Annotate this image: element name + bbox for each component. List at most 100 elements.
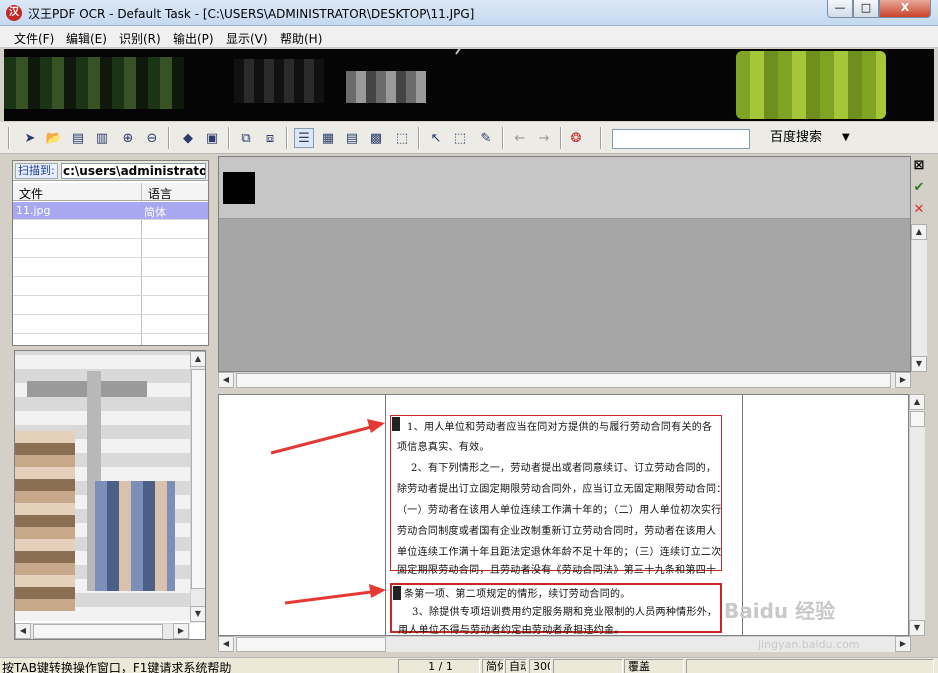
- toolbar-separator: [8, 127, 10, 149]
- scroll-up-icon[interactable]: ▲: [911, 224, 927, 240]
- arrow-head-2: [369, 584, 386, 598]
- status-extra: [686, 659, 934, 673]
- app-icon[interactable]: 汉: [6, 5, 22, 21]
- scroll-up-icon[interactable]: ▲: [190, 351, 205, 367]
- banner-blur-right: [736, 51, 886, 119]
- file-language: 简体: [144, 206, 166, 219]
- toolbar: ➤ 📂 ▤ ▥ ⊕ ⊖ ◆ ▣ ⧉ ⧈ ☰ ▦ ▤ ▩ ⬚ ↖ ⬚ ✎ ← → …: [0, 122, 938, 154]
- scroll-down-icon[interactable]: ▼: [190, 606, 205, 622]
- toolbar-separator: [168, 127, 170, 149]
- scroll-down-icon[interactable]: ▼: [911, 356, 927, 372]
- banner-blur-mid: [234, 59, 324, 103]
- status-blank: [553, 659, 623, 673]
- scroll-left-icon[interactable]: ◀: [15, 623, 31, 639]
- scroll-thumb[interactable]: [191, 369, 205, 589]
- table-region-icon[interactable]: ▤: [342, 128, 362, 148]
- banner-line: [455, 49, 465, 55]
- scroll-thumb[interactable]: [33, 624, 163, 639]
- document-view[interactable]: 1、用人单位和劳动者应当在同对方提供的与履行劳动合同有关的各 项信息真实、有效。…: [218, 394, 909, 636]
- scroll-thumb[interactable]: [236, 373, 891, 388]
- close-button[interactable]: X: [879, 0, 931, 18]
- annotation-arrow-1: [270, 423, 380, 455]
- status-hint: 按TAB键转换操作窗口，F1键请求系统帮助: [2, 661, 232, 673]
- scroll-thumb[interactable]: [910, 411, 925, 427]
- select-tool-icon[interactable]: ⬚: [450, 128, 470, 148]
- document-vscroll[interactable]: ▲ ▼: [909, 394, 925, 636]
- toolbar-separator: [228, 127, 230, 149]
- color-wheel-icon[interactable]: ❂: [566, 128, 586, 148]
- menu-output[interactable]: 输出(P): [173, 30, 214, 47]
- menu-help[interactable]: 帮助(H): [280, 30, 322, 47]
- table-row[interactable]: 11.jpg 简体: [13, 202, 208, 220]
- pen-icon[interactable]: ✎: [476, 128, 496, 148]
- image-hscroll[interactable]: ◀ ▶: [218, 372, 911, 388]
- image-view[interactable]: [218, 156, 911, 372]
- image-strip: [219, 157, 910, 219]
- minimize-button[interactable]: —: [827, 0, 853, 18]
- menu-recognize[interactable]: 识别(R): [119, 30, 161, 47]
- split-block-icon[interactable]: ⧈: [260, 128, 280, 148]
- column-language[interactable]: 语言: [148, 185, 172, 202]
- paste-page-icon[interactable]: ▥: [92, 128, 112, 148]
- zoom-in-icon[interactable]: ⊕: [118, 128, 138, 148]
- scroll-up-icon[interactable]: ▲: [909, 394, 925, 410]
- open-folder-icon[interactable]: 📂: [44, 128, 64, 148]
- file-table-header: 文件 语言: [13, 183, 208, 201]
- scroll-thumb[interactable]: [236, 637, 386, 652]
- status-dpi: 300: [529, 659, 551, 673]
- picture-region-icon[interactable]: ▩: [366, 128, 386, 148]
- scan-icon[interactable]: ➤: [20, 128, 40, 148]
- select-region-icon[interactable]: ⬚: [392, 128, 412, 148]
- scan-path-field[interactable]: c:\users\administrator\: [61, 163, 206, 179]
- menu-file[interactable]: 文件(F): [14, 30, 54, 47]
- zoom-out-icon[interactable]: ⊖: [142, 128, 162, 148]
- scroll-left-icon[interactable]: ◀: [218, 372, 234, 388]
- thumbnail-hscroll[interactable]: ◀ ▶: [15, 623, 190, 639]
- baidu-search-button[interactable]: 百度搜索 ▼: [758, 127, 858, 149]
- document-hscroll[interactable]: ◀ jingyan.baidu.com ▶: [218, 636, 911, 652]
- search-input[interactable]: [612, 129, 750, 149]
- title-bar: 汉 汉王PDF OCR - Default Task - [C:\USERS\A…: [0, 0, 938, 26]
- pointer-icon[interactable]: ↖: [426, 128, 446, 148]
- copy-page-icon[interactable]: ▤: [68, 128, 88, 148]
- delete-icon[interactable]: ✕: [911, 202, 927, 218]
- watermark-url: jingyan.baidu.com: [758, 638, 860, 651]
- merge-block-icon[interactable]: ⧉: [236, 128, 256, 148]
- column-file[interactable]: 文件: [19, 185, 43, 202]
- toolbar-separator: [560, 127, 562, 149]
- dropdown-arrow-icon[interactable]: ▼: [842, 127, 850, 149]
- scroll-left-icon[interactable]: ◀: [218, 636, 234, 652]
- scroll-down-icon[interactable]: ▼: [909, 620, 925, 636]
- table-row: [13, 278, 208, 296]
- banner-blur-text: [346, 71, 426, 103]
- table-row: [13, 221, 208, 239]
- table-row: [13, 259, 208, 277]
- page-thumbnail[interactable]: [223, 172, 255, 204]
- banner-blur-left: [4, 57, 184, 109]
- arrow-left-icon[interactable]: ←: [510, 128, 530, 148]
- status-bar: 按TAB键转换操作窗口，F1键请求系统帮助 1 / 1 简体 自动 300 覆盖: [0, 657, 938, 673]
- scroll-right-icon[interactable]: ▶: [895, 636, 911, 652]
- window-title: 汉王PDF OCR - Default Task - [C:\USERS\ADM…: [28, 7, 475, 21]
- scroll-right-icon[interactable]: ▶: [173, 623, 189, 639]
- image-icon[interactable]: ▣: [202, 128, 222, 148]
- menu-edit[interactable]: 编辑(E): [66, 30, 107, 47]
- thumbnail-preview[interactable]: ▲ ▼ ◀ ▶: [14, 350, 206, 640]
- watermark: Baidu 经验: [724, 599, 836, 623]
- status-language: 简体: [482, 659, 504, 673]
- arrow-right-icon[interactable]: →: [534, 128, 554, 148]
- thumbnail-blur-hand: [15, 431, 75, 611]
- thumbnail-vscroll[interactable]: ▲ ▼: [190, 351, 205, 623]
- image-vscroll[interactable]: ▲ ▼: [911, 224, 927, 372]
- side-tools: ⊠ ✔ ✕ ▲ ▼: [911, 156, 927, 372]
- eraser-icon[interactable]: ◆: [178, 128, 198, 148]
- text-region-icon[interactable]: ☰: [294, 128, 314, 148]
- annotation-arrow-2: [284, 589, 380, 605]
- table-row: [13, 240, 208, 258]
- menu-view[interactable]: 显示(V): [226, 30, 268, 47]
- maximize-button[interactable]: □: [853, 0, 879, 18]
- check-icon[interactable]: ✔: [911, 180, 927, 196]
- column-region-icon[interactable]: ▦: [318, 128, 338, 148]
- close-view-icon[interactable]: ⊠: [911, 158, 927, 174]
- scroll-right-icon[interactable]: ▶: [895, 372, 911, 388]
